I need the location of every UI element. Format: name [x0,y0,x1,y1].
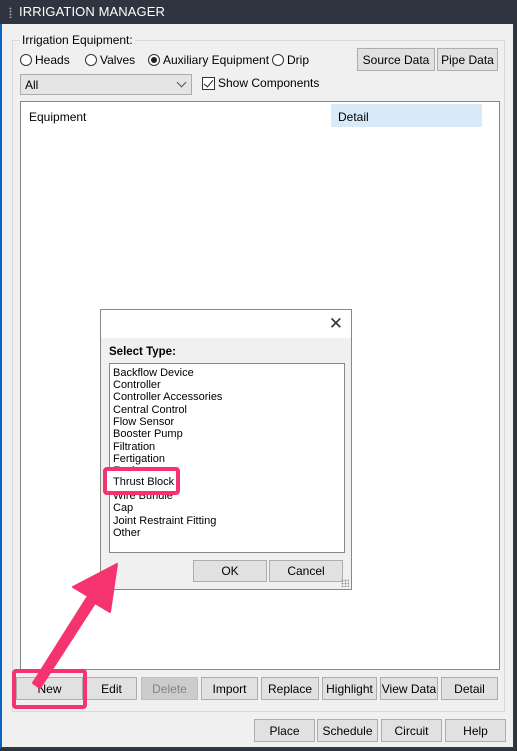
annotation-arrow-icon [32,563,118,689]
